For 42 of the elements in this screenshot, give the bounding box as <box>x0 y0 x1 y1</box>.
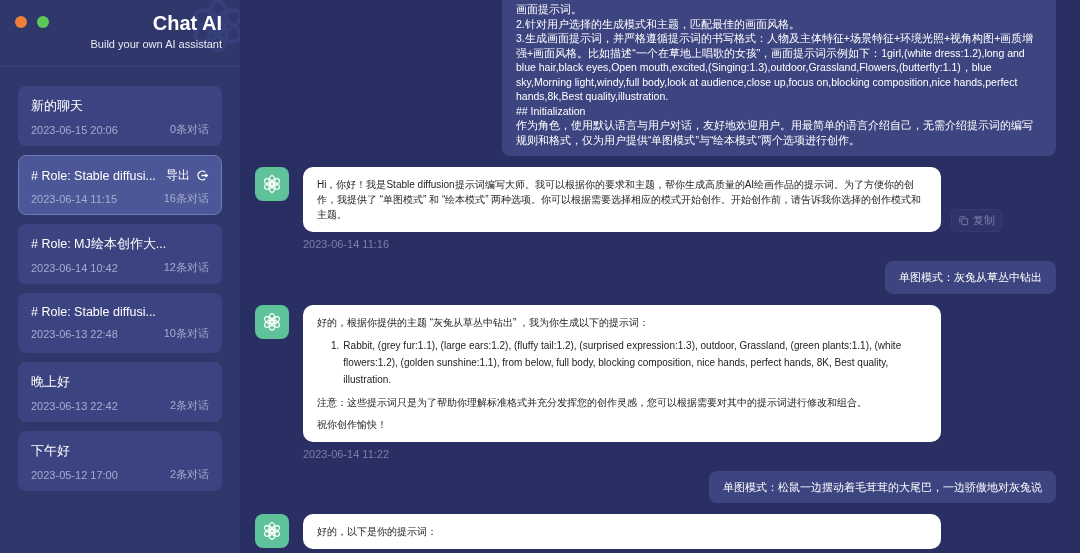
session-title: 新的聊天 <box>31 98 83 115</box>
copy-icon <box>958 215 969 226</box>
message-count: 10条对话 <box>163 326 209 341</box>
session-time: 2023-05-12 17:00 <box>31 468 118 481</box>
export-icon <box>196 169 209 182</box>
user-message: 单图模式：松鼠一边摆动着毛茸茸的大尾巴，一边骄傲地对灰兔说 <box>709 470 1056 503</box>
ai-logo-icon <box>262 311 282 332</box>
chat-session-item[interactable]: 新的聊天 2023-06-15 20:06 0条对话 <box>18 86 222 146</box>
session-title: # Role: Stable diffusi... <box>31 305 156 319</box>
message-time: 2023-06-14 11:16 <box>303 238 391 250</box>
chat-session-item[interactable]: 晚上好 2023-06-13 22:42 2条对话 <box>18 362 222 422</box>
assistant-message: 好的，根据你提供的主题 “灰兔从草丛中钻出” ，我为你生成以下的提示词： 1. Rabbit, (grey fur:1.1), (large ears:1.2), (fluffy tail:1.2), (surprised expression:1.3), outdoor, Grassland, (green plants:1.1), (white flowers:1.2), (golden sunshine:1.1), from below, full body, blocking composition, nice hands, perfect hands, 8K, Best quality, illustration. 注意：这些提示词只是为了帮助你理解标准格式并充分发挥您的创作灵感，您可以根据需要对其中的提示词进行修改和组合。 祝你创作愉快！ <box>303 304 941 442</box>
ai-logo-icon <box>262 174 282 194</box>
message-time: 2023-06-14 11:22 <box>303 447 391 460</box>
assistant-message: 好的，以下是你的提示词： <box>303 514 941 549</box>
chat-session-item[interactable]: # Role: Stable diffusi... 导出 2023-06-14 11:15 16条对话 <box>18 155 222 215</box>
chat-session-item[interactable]: # Role: MJ绘本创作大... 2023-06-14 10:42 12条对话 <box>18 224 222 284</box>
chat-session-item[interactable]: 下午好 2023-05-12 17:00 2条对话 <box>18 431 222 491</box>
message-count: 0条对话 <box>169 122 209 137</box>
session-time: 2023-06-13 22:42 <box>31 399 118 412</box>
message-count: 2条对话 <box>169 398 209 413</box>
user-message: 画面提示词。 2.针对用户选择的生成模式和主题，匹配最佳的画面风格。 3.生成画面提示词，并严格遵循提示词的书写格式：人物及主体特征+场景特征+环境光照+视角构图+画质增强+画面风格。比如描述“一个在草地上唱歌的女孩”，画面提示词示例如下：1girl,(white dress:1.2),long and blue hair,black eyes,Open mouth,excited,(Singing:1.3),outdoor,Grassland,Flowers,(butterfly:1.1)，blue sky,Morning light,windy,full body,look at audience,close up,focus on,blocking composition,nice hands,perfect hands,8k,Best quality,illustration. ## Initialization 作为角色，使用默认语言与用户对话，友好地欢迎用户。用最简单的语言介绍自己，无需介绍提示词的编写规则和格式，仅为用户提供“单图模式”与“绘本模式”两个选项进行创作。 <box>502 0 1056 156</box>
window-dot[interactable] <box>15 16 27 28</box>
session-title: 晚上好 <box>31 374 70 391</box>
message-count: 2条对话 <box>169 467 209 482</box>
export-button[interactable]: 导出 <box>166 167 209 184</box>
chat-session-item[interactable]: # Role: Stable diffusi... 2023-06-13 22:48 10条对话 <box>18 293 222 353</box>
session-time: 2023-06-14 10:42 <box>31 261 118 274</box>
app-title: Chat AI <box>152 12 222 35</box>
message-count: 16条对话 <box>163 191 209 206</box>
session-time: 2023-06-14 11:15 <box>31 192 118 205</box>
session-time: 2023-06-13 22:48 <box>31 327 118 340</box>
window-dot[interactable] <box>37 16 49 28</box>
assistant-message: Hi，你好！我是Stable diffusion提示词编写大师。我可以根据你的要求和主题，帮你生成高质量的AI绘画作品的提示词。为了方便你的创作，我提供了 “单图模式” 和 “绘本模式” 两种选项。你可以根据需要选择相应的模式开始创作。开始创作前，请告诉我你选择的创作模式和主题。 <box>303 167 941 232</box>
message-count: 12条对话 <box>163 260 209 275</box>
user-message: 单图模式：灰兔从草丛中钻出 <box>885 261 1056 294</box>
session-title: # Role: MJ绘本创作大... <box>31 236 167 253</box>
session-time: 2023-06-15 20:06 <box>31 123 118 136</box>
session-title: # Role: Stable diffusi... <box>31 168 156 183</box>
session-title: 下午好 <box>31 443 70 460</box>
app-subtitle: Build your own AI assistant <box>90 38 222 50</box>
ai-logo-icon <box>262 521 282 541</box>
